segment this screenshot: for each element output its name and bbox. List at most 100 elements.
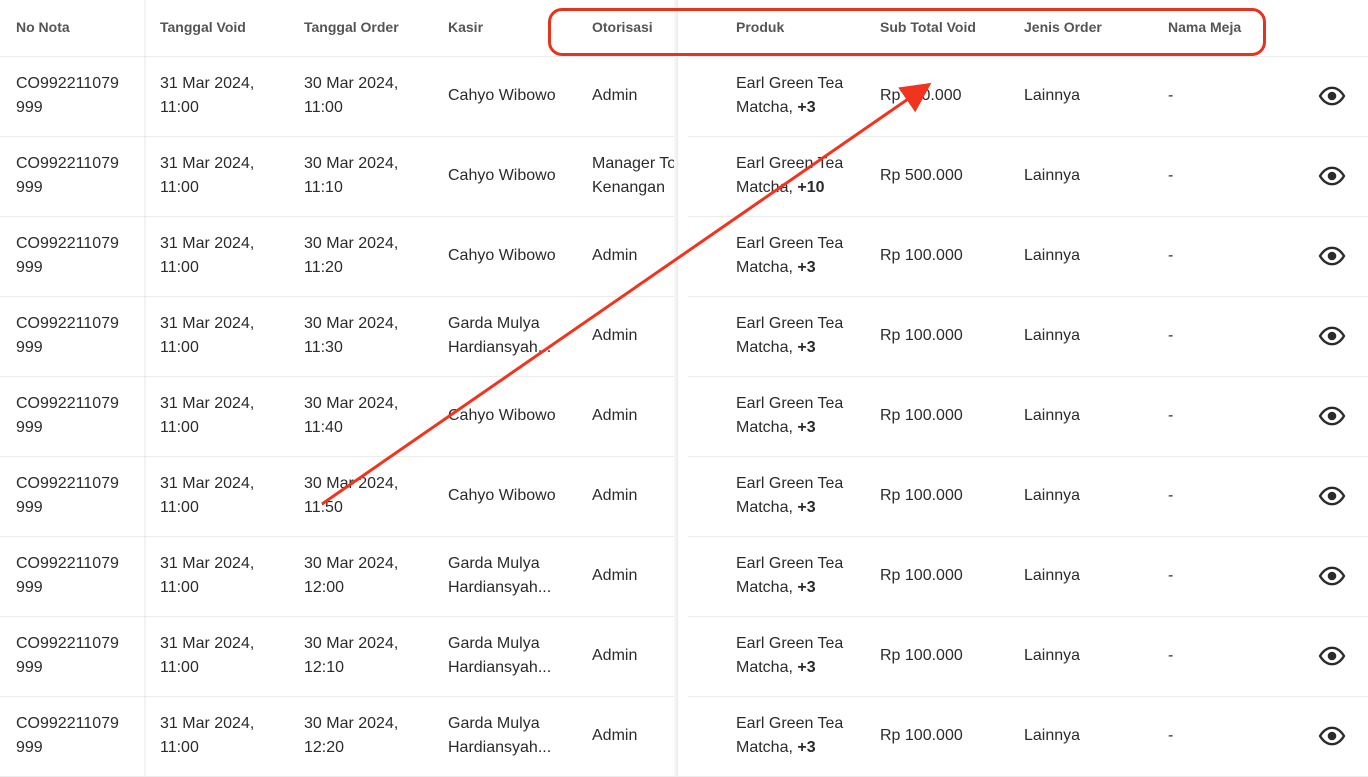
cell-sub-total-void: Rp 100.000 [880, 616, 1010, 696]
cell-otorisasi: Admin [592, 456, 674, 536]
column-header-produk[interactable]: Produk [736, 19, 784, 35]
cell-no-nota: CO992211079 999 [16, 616, 142, 696]
cell-jenis-order-text: Lainnya [1024, 567, 1081, 584]
cell-produk: Earl Green Tea Matcha, +10 [736, 136, 866, 216]
cell-sub-total-void-text: Rp 100.000 [880, 247, 963, 264]
column-header-sub-total-void[interactable]: Sub Total Void [880, 19, 976, 35]
cell-jenis-order: Lainnya [1024, 456, 1154, 536]
produk-line2: Matcha, +3 [736, 336, 843, 360]
cell-sub-total-void-text: Rp 100.000 [880, 727, 963, 744]
produk-name: Earl Green Tea [736, 235, 844, 252]
produk-line2: Matcha, +3 [736, 496, 843, 520]
cell-sub-total-void-text: Rp 500.000 [880, 167, 963, 184]
cell-nama-meja-text: - [1168, 727, 1174, 744]
produk-name-cont: Matcha, [736, 99, 798, 116]
produk-name-cont: Matcha, [736, 259, 798, 276]
eye-icon[interactable] [1318, 726, 1346, 746]
produk-line2: Matcha, +3 [736, 736, 843, 760]
table-header: No Nota Tanggal Void Tanggal Order Kasir… [0, 0, 1368, 57]
cell-sub-total-void-text: Rp 100.000 [880, 647, 963, 664]
cell-kasir-text: Garda Mulya Hardiansyah... [448, 315, 552, 356]
cell-produk: Earl Green Tea Matcha, +3 [736, 616, 866, 696]
cell-jenis-order: Lainnya [1024, 536, 1154, 616]
cell-kasir-text: Cahyo Wibowo [448, 87, 556, 104]
cell-no-nota: CO992211079 999 [16, 456, 142, 536]
cell-tanggal-void: 31 Mar 2024, 11:00 [160, 136, 290, 216]
cell-tanggal-void: 31 Mar 2024, 11:00 [160, 56, 290, 136]
cell-otorisasi-text: Admin [592, 407, 638, 424]
cell-otorisasi-text: Admin [592, 327, 638, 344]
produk-line2: Matcha, +3 [736, 256, 843, 280]
column-header-tanggal-void[interactable]: Tanggal Void [160, 19, 246, 35]
cell-tanggal-void-text: 31 Mar 2024, 11:00 [160, 235, 255, 276]
cell-nama-meja-text: - [1168, 327, 1174, 344]
eye-icon[interactable] [1318, 646, 1346, 666]
cell-tanggal-order-text: 30 Mar 2024, 11:00 [304, 75, 399, 116]
eye-icon[interactable] [1318, 326, 1346, 346]
cell-sub-total-void-text: Rp 110.000 [880, 87, 962, 104]
eye-icon[interactable] [1318, 166, 1346, 186]
cell-tanggal-order-text: 30 Mar 2024, 11:20 [304, 235, 399, 276]
cell-produk: Earl Green Tea Matcha, +3 [736, 536, 866, 616]
cell-jenis-order: Lainnya [1024, 296, 1154, 376]
cell-produk: Earl Green Tea Matcha, +3 [736, 456, 866, 536]
produk-extra-count: +3 [797, 739, 816, 756]
cell-no-nota: CO992211079 999 [16, 536, 142, 616]
cell-tanggal-order: 30 Mar 2024, 12:20 [304, 696, 434, 776]
cell-kasir-text: Cahyo Wibowo [448, 247, 556, 264]
eye-icon[interactable] [1318, 566, 1346, 586]
eye-icon[interactable] [1318, 486, 1346, 506]
cell-tanggal-order: 30 Mar 2024, 11:00 [304, 56, 434, 136]
column-header-otorisasi[interactable]: Otorisasi [592, 19, 653, 35]
cell-nama-meja-text: - [1168, 487, 1174, 504]
cell-sub-total-void: Rp 100.000 [880, 296, 1010, 376]
cell-no-nota-text: CO992211079 999 [16, 395, 119, 436]
eye-icon[interactable] [1318, 246, 1346, 266]
cell-tanggal-order: 30 Mar 2024, 11:20 [304, 216, 434, 296]
cell-otorisasi-text: Admin [592, 647, 638, 664]
cell-tanggal-void-text: 31 Mar 2024, 11:00 [160, 155, 255, 196]
produk-name: Earl Green Tea [736, 715, 844, 732]
column-header-jenis-order[interactable]: Jenis Order [1024, 19, 1102, 35]
cell-tanggal-order-text: 30 Mar 2024, 11:10 [304, 155, 399, 196]
produk-name-cont: Matcha, [736, 339, 798, 356]
cell-tanggal-void-text: 31 Mar 2024, 11:00 [160, 475, 255, 516]
cell-nama-meja-text: - [1168, 87, 1174, 104]
cell-kasir: Cahyo Wibowo [448, 136, 578, 216]
cell-nama-meja: - [1168, 216, 1268, 296]
cell-no-nota-text: CO992211079 999 [16, 555, 119, 596]
cell-sub-total-void-text: Rp 100.000 [880, 327, 963, 344]
cell-no-nota-text: CO992211079 999 [16, 635, 119, 676]
produk-name-cont: Matcha, [736, 499, 798, 516]
cell-jenis-order: Lainnya [1024, 616, 1154, 696]
cell-no-nota: CO992211079 999 [16, 376, 142, 456]
cell-tanggal-order-text: 30 Mar 2024, 11:50 [304, 475, 399, 516]
column-header-nama-meja[interactable]: Nama Meja [1168, 19, 1241, 35]
cell-no-nota-text: CO992211079 999 [16, 155, 119, 196]
cell-no-nota-text: CO992211079 999 [16, 315, 119, 356]
cell-no-nota-text: CO992211079 999 [16, 715, 119, 756]
cell-nama-meja: - [1168, 536, 1268, 616]
cell-otorisasi: Admin [592, 296, 674, 376]
produk-name: Earl Green Tea [736, 635, 844, 652]
column-header-no-nota[interactable]: No Nota [16, 19, 70, 35]
cell-jenis-order: Lainnya [1024, 696, 1154, 776]
cell-produk: Earl Green Tea Matcha, +3 [736, 696, 866, 776]
produk-line2: Matcha, +3 [736, 656, 843, 680]
cell-sub-total-void: Rp 100.000 [880, 456, 1010, 536]
column-header-tanggal-order[interactable]: Tanggal Order [304, 19, 399, 35]
column-header-kasir[interactable]: Kasir [448, 19, 483, 35]
frozen-column-shadow [144, 0, 147, 776]
cell-tanggal-order: 30 Mar 2024, 11:40 [304, 376, 434, 456]
cell-jenis-order-text: Lainnya [1024, 487, 1081, 504]
cell-no-nota-text: CO992211079 999 [16, 235, 119, 276]
eye-icon[interactable] [1318, 86, 1346, 106]
eye-icon[interactable] [1318, 406, 1346, 426]
cell-sub-total-void-text: Rp 100.000 [880, 567, 963, 584]
cell-otorisasi-text: Admin [592, 727, 638, 744]
cell-no-nota: CO992211079 999 [16, 56, 142, 136]
cell-otorisasi-text: Manager Toko Kenangan [592, 155, 674, 196]
frozen-column-shadow-right [674, 0, 678, 776]
cell-kasir: Cahyo Wibowo [448, 456, 578, 536]
cell-otorisasi: Admin [592, 216, 674, 296]
